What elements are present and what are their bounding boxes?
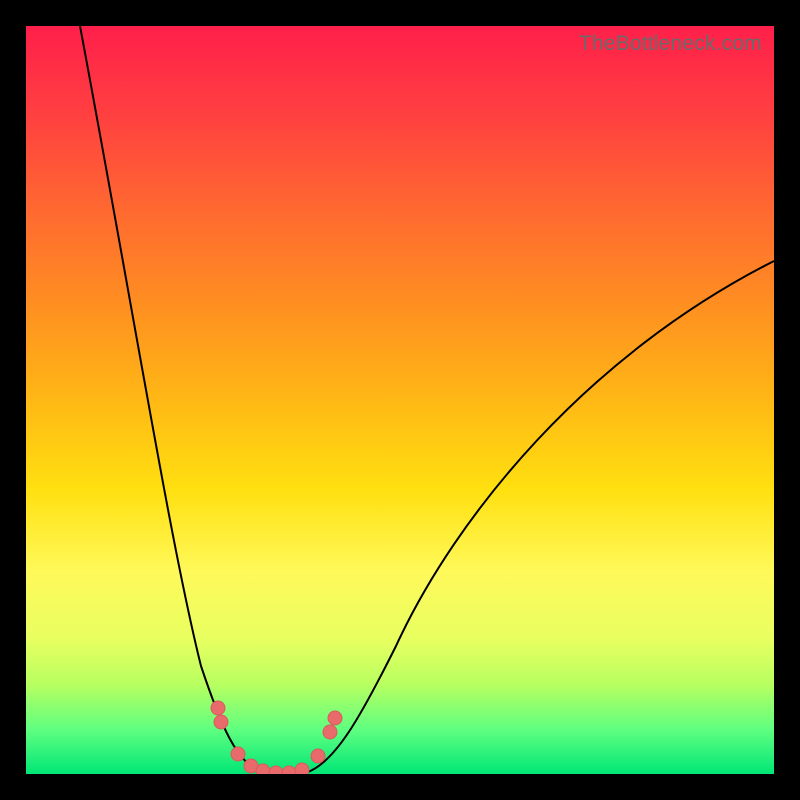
marker-dot: [311, 749, 325, 763]
watermark-text: TheBottleneck.com: [579, 32, 762, 56]
marker-dot: [282, 766, 296, 774]
marker-dot: [323, 725, 337, 739]
marker-dot: [214, 715, 228, 729]
marker-dot: [269, 766, 283, 774]
curve-layer: [26, 26, 774, 774]
marker-dot: [328, 711, 342, 725]
marker-dot: [295, 763, 309, 774]
marker-dot: [231, 747, 245, 761]
chart-plot-area: TheBottleneck.com: [26, 26, 774, 774]
left-curve: [80, 26, 286, 774]
marker-dot: [211, 701, 225, 715]
right-curve: [281, 261, 774, 774]
marker-dot: [256, 764, 270, 774]
